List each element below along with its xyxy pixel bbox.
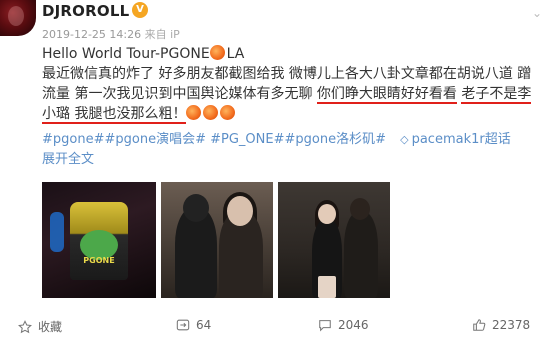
person-head-shape bbox=[318, 204, 336, 224]
content-line-text: Hello World Tour-PGONE bbox=[42, 46, 210, 62]
person-head-shape bbox=[183, 194, 209, 222]
light-shape bbox=[50, 212, 64, 252]
content-line-text: 流量 第一次我见识到中国舆论媒体有多无聊 bbox=[42, 86, 317, 102]
content-line-2: 最近微信真的炸了 好多朋友都截图给我 微博儿上各大八卦文章都在胡说八道 蹭 bbox=[42, 64, 542, 84]
person-head-shape bbox=[227, 196, 253, 226]
repost-button[interactable]: 64 bbox=[176, 318, 211, 332]
avatar[interactable] bbox=[0, 0, 36, 36]
favorite-button[interactable]: 收藏 bbox=[18, 318, 62, 335]
emoji-icon bbox=[203, 105, 219, 120]
photo-3[interactable] bbox=[278, 182, 390, 298]
content-line-text: 最近微信真的炸了 好多朋友都截图给我 微博儿上各大八卦文章都在胡说八道 蹭 bbox=[42, 66, 532, 82]
super-topic-link[interactable]: pacemak1r超话 bbox=[412, 132, 511, 147]
content-line-1: Hello World Tour-PGONE LA bbox=[42, 44, 542, 64]
post-content: Hello World Tour-PGONE LA 最近微信真的炸了 好多朋友都截… bbox=[42, 44, 542, 124]
like-count: 22378 bbox=[492, 318, 531, 332]
thumbs-up-icon bbox=[473, 319, 486, 331]
highlight-c: 小璐 我腿也没那么粗！ bbox=[42, 106, 187, 124]
emoji-icon bbox=[220, 105, 236, 120]
diamond-icon: ◇ bbox=[400, 133, 409, 146]
timestamp: 2019-12-25 14:26 bbox=[42, 28, 142, 41]
highlight-b: 老子不是李 bbox=[461, 86, 532, 104]
comment-button[interactable]: 2046 bbox=[318, 318, 369, 332]
photo-2[interactable] bbox=[161, 182, 273, 298]
star-icon bbox=[18, 319, 32, 333]
tag-link[interactable]: #pgone##pgone演唱会# bbox=[42, 132, 206, 147]
highlight-a: 你们睁大眼睛好好看看 bbox=[316, 86, 457, 104]
username[interactable]: DJROROLL bbox=[42, 2, 129, 20]
trophy-cup-icon bbox=[70, 202, 128, 280]
favorite-label: 收藏 bbox=[38, 320, 63, 334]
repost-count: 64 bbox=[196, 318, 212, 332]
repost-icon bbox=[176, 319, 190, 331]
like-button[interactable]: 22378 bbox=[472, 318, 530, 332]
post-meta: 2019-12-25 14:26 来自 iP bbox=[42, 26, 180, 42]
content-line-4: 小璐 我腿也没那么粗！ bbox=[42, 104, 542, 124]
person-head-shape bbox=[350, 198, 370, 220]
comment-count: 2046 bbox=[338, 318, 369, 332]
action-bar: 收藏 64 2046 22378 bbox=[0, 310, 550, 344]
chevron-down-icon[interactable]: ⌄ bbox=[532, 6, 542, 20]
person-shape bbox=[344, 212, 378, 298]
topic-tags: #pgone##pgone演唱会# #PG_ONE##pgone洛杉矶# ◇ pa… bbox=[42, 128, 542, 147]
person-legs-shape bbox=[318, 276, 336, 298]
emoji-icon bbox=[186, 105, 202, 120]
photo-label: PGONE bbox=[83, 256, 115, 265]
emoji-icon bbox=[209, 45, 225, 60]
vip-badge-icon: V bbox=[132, 2, 148, 18]
photo-1[interactable]: PGONE bbox=[42, 182, 156, 298]
source: 来自 iP bbox=[144, 28, 180, 41]
comment-icon bbox=[319, 320, 331, 332]
expand-link[interactable]: 展开全文 bbox=[42, 148, 94, 167]
tag-link[interactable]: #PG_ONE##pgone洛杉矶# bbox=[210, 132, 386, 147]
content-line-suffix: LA bbox=[226, 46, 245, 62]
content-line-3: 流量 第一次我见识到中国舆论媒体有多无聊 你们睁大眼睛好好看看 老子不是李 bbox=[42, 84, 542, 104]
